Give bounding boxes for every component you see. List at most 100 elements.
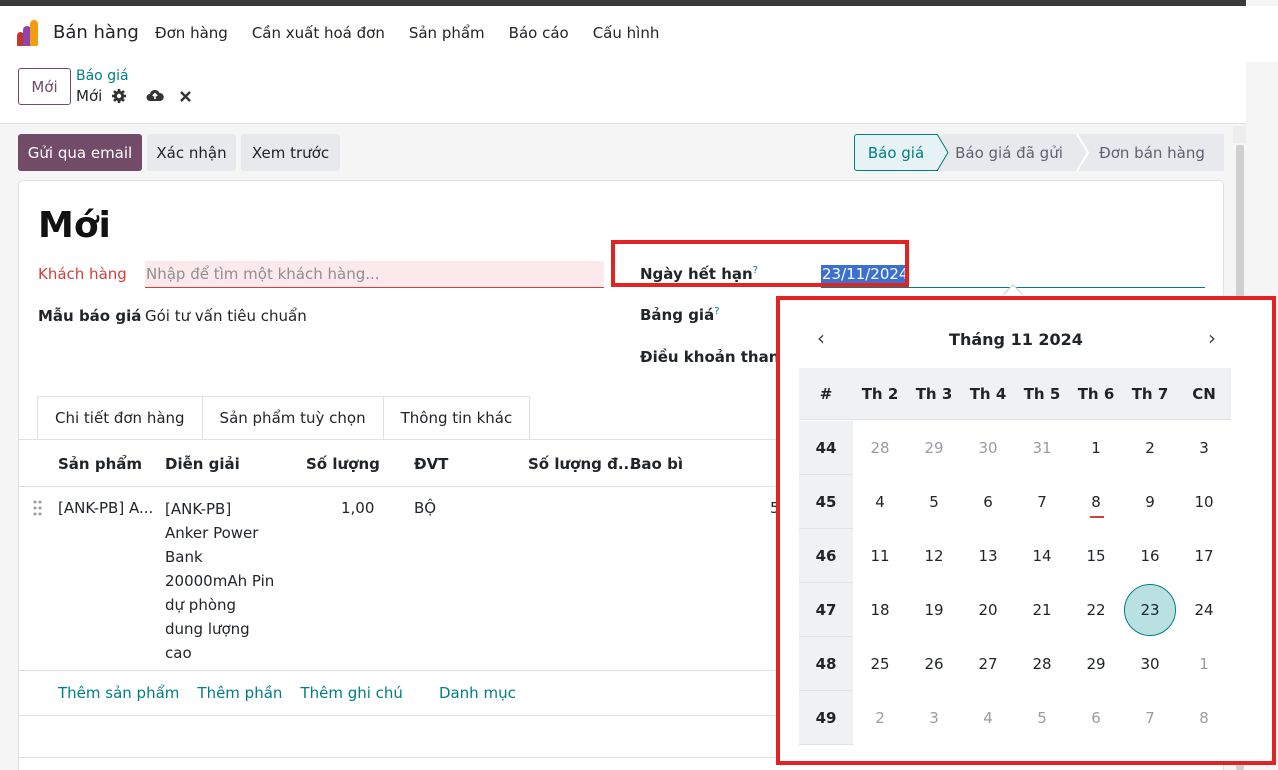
date-cell-label: 7	[1145, 709, 1155, 727]
date-cell-label: 25	[870, 655, 890, 673]
stage-quotation-sent[interactable]: Báo giá đã gửi	[938, 134, 1080, 171]
tab-other-info[interactable]: Thông tin khác	[383, 396, 531, 440]
stage-quotation[interactable]: Báo giá	[854, 134, 938, 171]
date-cell[interactable]: 18	[853, 583, 907, 637]
scrollbar-arrow[interactable]	[1233, 126, 1246, 143]
date-cell[interactable]: 19	[907, 583, 961, 637]
datepicker-week-row: 45 4 5 6 7 8 9 10	[799, 475, 1231, 529]
date-cell[interactable]: 30	[961, 421, 1015, 475]
breadcrumb-parent[interactable]: Báo giá	[76, 68, 129, 84]
date-cell[interactable]: 28	[1015, 637, 1069, 691]
weekday-header: Th 2	[861, 384, 899, 403]
date-cell[interactable]: 14	[1015, 529, 1069, 583]
datepicker-month-label[interactable]: Tháng 11 2024	[780, 330, 1252, 349]
confirm-button[interactable]: Xác nhận	[147, 134, 236, 171]
drag-handle-icon[interactable]	[33, 500, 43, 516]
column-product[interactable]: Sản phẩm	[58, 455, 142, 473]
column-quantity[interactable]: Số lượng	[306, 455, 380, 473]
date-cell[interactable]: 5	[1015, 691, 1069, 745]
template-value[interactable]: Gói tư vấn tiêu chuẩn	[145, 307, 307, 325]
date-cell[interactable]: 1	[1069, 421, 1123, 475]
tab-order-lines[interactable]: Chi tiết đơn hàng	[37, 396, 203, 440]
column-packaging[interactable]: Bao bì	[630, 455, 683, 473]
add-note-link[interactable]: Thêm ghi chú	[300, 684, 403, 702]
cloud-save-icon[interactable]	[146, 88, 164, 104]
date-cell[interactable]: 17	[1177, 529, 1231, 583]
add-product-link[interactable]: Thêm sản phẩm	[58, 684, 179, 702]
column-description[interactable]: Diễn giải	[165, 455, 240, 473]
date-cell[interactable]: 4	[961, 691, 1015, 745]
date-cell[interactable]: 27	[961, 637, 1015, 691]
gear-icon[interactable]	[111, 88, 127, 104]
date-cell[interactable]: 2	[1123, 421, 1177, 475]
cell-quantity[interactable]: 1,00	[341, 499, 374, 517]
app-name[interactable]: Bán hàng	[53, 22, 139, 43]
status-bar: Báo giá Báo giá đã gửi Đơn bán hàng	[854, 134, 1224, 171]
date-cell[interactable]: 28	[853, 421, 907, 475]
date-cell[interactable]: 7	[1015, 475, 1069, 529]
date-cell[interactable]: 2	[853, 691, 907, 745]
date-cell[interactable]: 8	[1069, 475, 1123, 529]
date-cell[interactable]: 16	[1123, 529, 1177, 583]
date-cell[interactable]: 8	[1177, 691, 1231, 745]
date-cell-label: 21	[1032, 601, 1052, 619]
nav-item-orders[interactable]: Đơn hàng	[155, 24, 228, 42]
cell-description[interactable]: [ANK-PB] Anker Power Bank 20000mAh Pin d…	[165, 497, 275, 665]
date-cell[interactable]: 21	[1015, 583, 1069, 637]
datepicker-week-row: 47 18 19 20 21 22 23 24	[799, 583, 1231, 637]
help-icon[interactable]: ?	[714, 306, 719, 317]
date-cell[interactable]: 26	[907, 637, 961, 691]
highlight-box-expiry-date	[611, 240, 909, 287]
selected-date-cell[interactable]: 23	[1123, 583, 1177, 637]
cell-product[interactable]: [ANK-PB] A...	[58, 499, 153, 517]
nav-item-products[interactable]: Sản phẩm	[409, 24, 485, 42]
date-cell[interactable]: 11	[853, 529, 907, 583]
discard-icon[interactable]	[179, 88, 192, 104]
date-cell[interactable]: 20	[961, 583, 1015, 637]
date-cell-label: 8	[1091, 493, 1101, 511]
date-cell[interactable]: 4	[853, 475, 907, 529]
sales-app-logo-icon[interactable]	[17, 20, 43, 46]
date-cell[interactable]: 25	[853, 637, 907, 691]
date-cell[interactable]: 3	[907, 691, 961, 745]
breadcrumb-current: Mới	[76, 87, 103, 105]
preview-button[interactable]: Xem trước	[241, 134, 340, 171]
date-cell[interactable]: 6	[961, 475, 1015, 529]
date-cell[interactable]: 9	[1123, 475, 1177, 529]
date-cell[interactable]: 15	[1069, 529, 1123, 583]
catalog-link[interactable]: Danh mục	[439, 684, 516, 702]
add-section-link[interactable]: Thêm phần	[197, 684, 282, 702]
datepicker-popover: ‹ Tháng 11 2024 › # Th 2 Th 3 Th 4 Th 5 …	[776, 296, 1276, 765]
nav-item-to-invoice[interactable]: Cần xuất hoá đơn	[252, 24, 385, 42]
date-cell[interactable]: 22	[1069, 583, 1123, 637]
date-cell[interactable]: 3	[1177, 421, 1231, 475]
nav-item-reporting[interactable]: Báo cáo	[509, 24, 569, 42]
date-cell[interactable]: 13	[961, 529, 1015, 583]
date-cell[interactable]: 31	[1015, 421, 1069, 475]
nav-item-configuration[interactable]: Cấu hình	[593, 24, 660, 42]
column-delivered[interactable]: Số lượng đ...	[528, 455, 635, 473]
send-email-button[interactable]: Gửi qua email	[18, 134, 142, 171]
tab-optional-products[interactable]: Sản phẩm tuỳ chọn	[202, 396, 384, 440]
date-cell[interactable]: 10	[1177, 475, 1231, 529]
week-number: 45	[799, 475, 853, 529]
date-cell[interactable]: 5	[907, 475, 961, 529]
date-cell[interactable]: 12	[907, 529, 961, 583]
column-uom[interactable]: ĐVT	[414, 455, 448, 473]
stage-sales-order[interactable]: Đơn bán hàng	[1080, 134, 1224, 171]
date-cell[interactable]: 1	[1177, 637, 1231, 691]
date-cell-label: 8	[1199, 709, 1209, 727]
new-button[interactable]: Mới	[18, 68, 71, 105]
customer-input[interactable]: Nhập để tìm một khách hàng...	[145, 261, 604, 288]
date-cell[interactable]: 24	[1177, 583, 1231, 637]
date-cell[interactable]: 29	[1069, 637, 1123, 691]
date-cell[interactable]: 6	[1069, 691, 1123, 745]
date-cell[interactable]: 7	[1123, 691, 1177, 745]
date-cell[interactable]: 29	[907, 421, 961, 475]
date-cell[interactable]: 30	[1123, 637, 1177, 691]
next-month-icon[interactable]: ›	[1202, 328, 1222, 350]
datepicker-grid: 44 28 29 30 31 1 2 3 45 4 5 6 7 8 9 10 46 11 12 13 14 15 16 17 4…	[799, 421, 1231, 745]
cell-uom[interactable]: BỘ	[414, 499, 436, 517]
weekday-header: Th 6	[1077, 384, 1115, 403]
datepicker-week-row: 49 2 3 4 5 6 7 8	[799, 691, 1231, 745]
